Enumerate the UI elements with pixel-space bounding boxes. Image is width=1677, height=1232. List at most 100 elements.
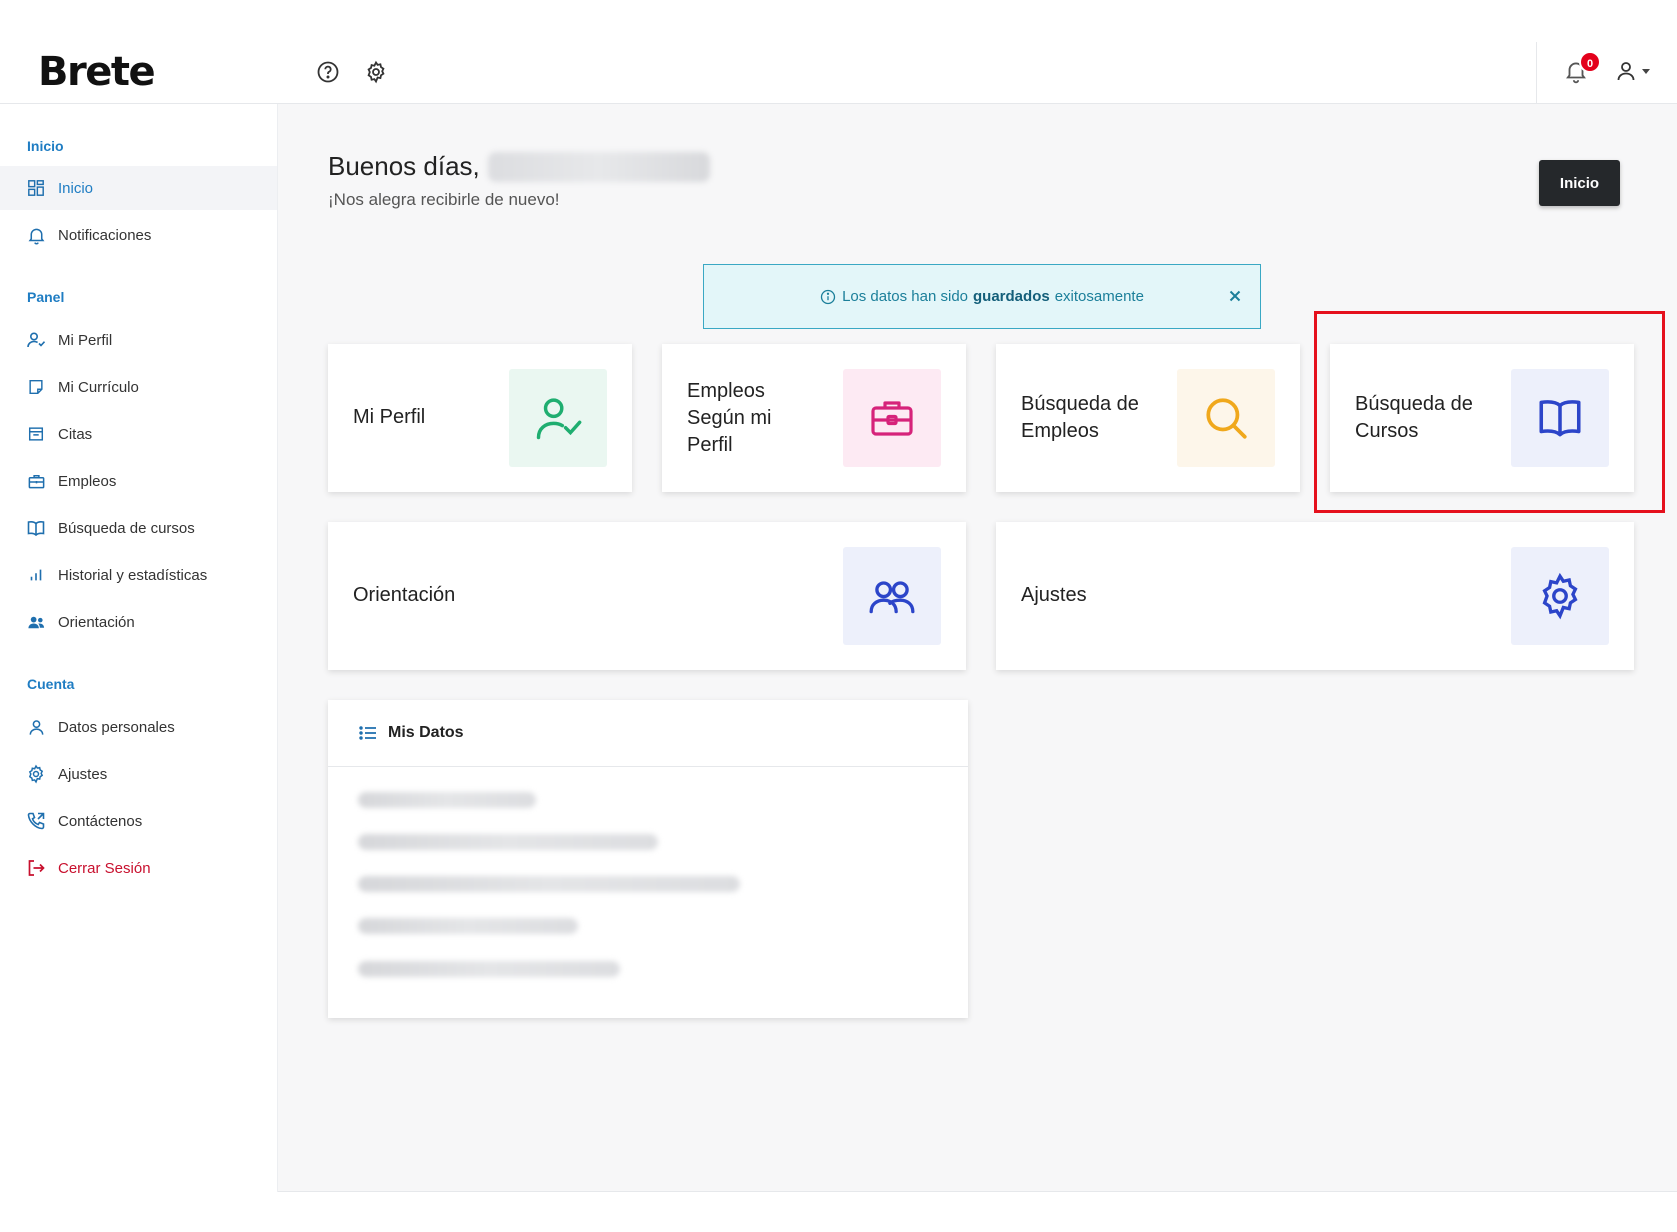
book-icon: [26, 518, 46, 538]
sidebar-item-label: Contáctenos: [58, 812, 143, 830]
card-label-line: Ajustes: [1021, 584, 1087, 606]
card-label: Orientación: [353, 582, 455, 609]
user-check-icon: [26, 330, 46, 350]
gear-icon: [26, 764, 46, 784]
header-divider: [1536, 42, 1537, 104]
sidebar-item-label: Empleos: [58, 472, 117, 490]
dashboard-icon: [26, 178, 46, 198]
mis-datos-header: Mis Datos: [328, 700, 968, 767]
card-label-line: Según mi: [687, 407, 772, 429]
help-circle-icon[interactable]: [316, 60, 340, 84]
card-orientacion[interactable]: Orientación: [328, 522, 966, 670]
card-busqueda-cursos[interactable]: Búsqueda de Cursos: [1330, 344, 1634, 492]
user-icon: [1617, 62, 1635, 81]
chevron-down-icon: [1642, 68, 1650, 74]
phone-icon: [26, 811, 46, 831]
sidebar-item-label: Ajustes: [58, 765, 108, 783]
book-icon: [1511, 369, 1609, 467]
sidebar-item-label: Historial y estadísticas: [58, 566, 208, 584]
sidebar-section-inicio: Inicio: [27, 138, 64, 154]
card-label-line: Empleos: [687, 380, 765, 402]
blurred-data-row: [358, 792, 536, 808]
card-label: Empleos Según mi Perfil: [687, 378, 772, 459]
sidebar-item-inicio[interactable]: Inicio: [0, 166, 277, 210]
sidebar-item-label: Orientación: [58, 613, 135, 631]
list-icon: [358, 723, 378, 743]
sidebar-item-cerrar-sesion[interactable]: Cerrar Sesión: [0, 846, 277, 890]
blurred-data-row: [358, 876, 740, 892]
sidebar-item-label: Citas: [58, 425, 93, 443]
logout-icon: [26, 858, 46, 878]
sidebar-item-label: Búsqueda de cursos: [58, 519, 195, 537]
sidebar-section-panel: Panel: [27, 289, 65, 305]
alert-text-bold: guardados: [973, 288, 1050, 305]
sidebar-item-label: Mi Currículo: [58, 378, 139, 396]
inicio-button[interactable]: Inicio: [1539, 160, 1620, 206]
bell-icon: [26, 225, 46, 245]
alert-text-after: exitosamente: [1054, 288, 1144, 305]
sidebar-item-datos-personales[interactable]: Datos personales: [0, 705, 277, 749]
user-icon: [26, 717, 46, 737]
sidebar: [0, 104, 278, 1192]
sidebar-item-label: Inicio: [58, 179, 94, 197]
card-empleos-segun-perfil[interactable]: Empleos Según mi Perfil: [662, 344, 966, 492]
mis-datos-title: Mis Datos: [388, 724, 464, 741]
alert-text-before: Los datos han sido: [842, 288, 969, 305]
sidebar-item-label: Mi Perfil: [58, 331, 113, 349]
blurred-user-name: [487, 151, 710, 182]
search-icon: [1177, 369, 1275, 467]
sidebar-item-mi-perfil[interactable]: Mi Perfil: [0, 318, 277, 362]
gear-icon[interactable]: [364, 60, 388, 84]
notifications-count-badge: 0: [1579, 51, 1601, 73]
gear-icon: [1511, 547, 1609, 645]
calendar-icon: [26, 424, 46, 444]
sidebar-item-contactenos[interactable]: Contáctenos: [0, 799, 277, 843]
blurred-data-row: [358, 834, 658, 850]
card-label-line: Perfil: [687, 434, 733, 456]
sidebar-item-label: Notificaciones: [58, 226, 152, 244]
card-label-line: Búsqueda de: [1355, 393, 1473, 415]
brand-logo[interactable]: Brete: [38, 48, 156, 96]
sidebar-item-busqueda-de-cursos[interactable]: Búsqueda de cursos: [0, 506, 277, 550]
sidebar-item-label: Cerrar Sesión: [58, 859, 151, 877]
card-ajustes[interactable]: Ajustes: [996, 522, 1634, 670]
bar-chart-icon: [26, 565, 46, 585]
blurred-data-row: [358, 918, 578, 934]
sidebar-item-citas[interactable]: Citas: [0, 412, 277, 456]
document-icon: [26, 377, 46, 397]
sidebar-item-empleos[interactable]: Empleos: [0, 459, 277, 503]
sidebar-item-ajustes[interactable]: Ajustes: [0, 752, 277, 796]
close-icon[interactable]: [1226, 287, 1244, 305]
page-subtitle: ¡Nos alegra recibirle de nuevo!: [328, 190, 560, 209]
sidebar-item-orientacion[interactable]: Orientación: [0, 600, 277, 644]
footer-strip: [278, 1191, 1677, 1232]
success-alert: Los datos han sido guardados exitosament…: [703, 264, 1261, 329]
greeting-text: Buenos días,: [328, 151, 480, 181]
sidebar-item-label: Datos personales: [58, 718, 175, 736]
briefcase-icon: [26, 471, 46, 491]
card-label-line: Búsqueda de: [1021, 393, 1139, 415]
card-mi-perfil[interactable]: Mi Perfil: [328, 344, 632, 492]
info-icon: [820, 289, 836, 305]
card-label-line: Empleos: [1021, 420, 1099, 442]
sidebar-item-notificaciones[interactable]: Notificaciones: [0, 213, 277, 257]
users-icon: [26, 612, 46, 632]
card-label: Búsqueda de Empleos: [1021, 391, 1139, 445]
card-label: Búsqueda de Cursos: [1355, 391, 1473, 445]
sidebar-item-mi-curriculo[interactable]: Mi Currículo: [0, 365, 277, 409]
user-check-icon: [509, 369, 607, 467]
sidebar-item-historial[interactable]: Historial y estadísticas: [0, 553, 277, 597]
briefcase-icon: [843, 369, 941, 467]
card-busqueda-empleos[interactable]: Búsqueda de Empleos: [996, 344, 1300, 492]
card-label-line: Cursos: [1355, 420, 1419, 442]
top-header: Brete 0: [0, 0, 1677, 104]
page-title: Buenos días,: [328, 151, 710, 182]
card-label-line: Mi Perfil: [353, 406, 426, 428]
user-menu[interactable]: [1614, 57, 1656, 85]
card-label-line: Orientación: [353, 584, 456, 606]
sidebar-section-cuenta: Cuenta: [27, 676, 75, 692]
blurred-data-row: [358, 961, 620, 977]
card-label: Ajustes: [1021, 582, 1087, 609]
card-label: Mi Perfil: [353, 404, 425, 431]
mis-datos-card: Mis Datos: [328, 700, 968, 1018]
